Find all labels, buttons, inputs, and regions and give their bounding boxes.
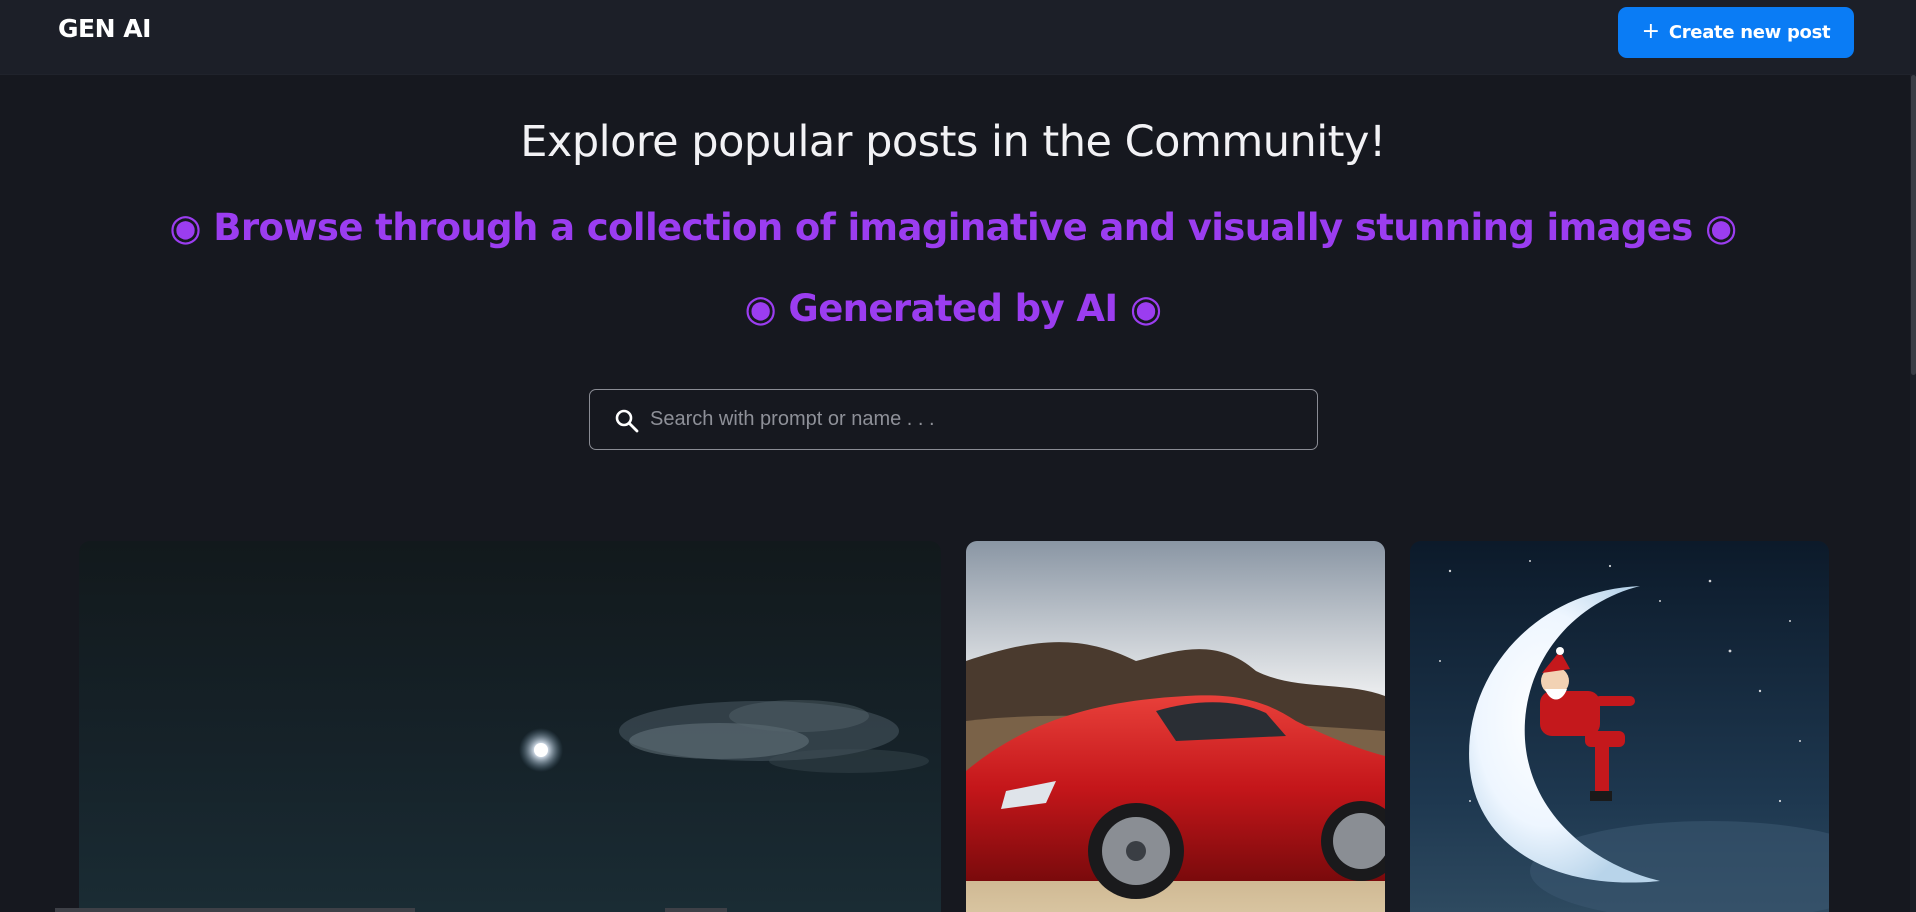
- top-navbar: GEN AI + Create new post: [0, 0, 1916, 75]
- santa-moon-image: [1410, 541, 1829, 912]
- page-subtitle-generated: ◉ Generated by AI ◉: [744, 287, 1162, 330]
- page-scrollbar-thumb[interactable]: [1911, 75, 1916, 375]
- create-new-post-button[interactable]: + Create new post: [1618, 7, 1854, 58]
- plus-icon: +: [1641, 18, 1660, 44]
- create-button-label: Create new post: [1668, 22, 1831, 43]
- bottom-overflow-strip-2: [665, 908, 727, 912]
- night-sky-image: [79, 541, 941, 912]
- red-car-image: [966, 541, 1385, 912]
- gallery-card-santa-moon[interactable]: [1410, 541, 1829, 912]
- page-title: Explore popular posts in the Community!: [520, 117, 1386, 167]
- search-input[interactable]: [650, 390, 1300, 449]
- bottom-overflow-strip: [55, 908, 415, 912]
- gallery-card-red-car[interactable]: [966, 541, 1385, 912]
- search-icon: [614, 408, 640, 434]
- search-bar[interactable]: [589, 389, 1318, 450]
- page-subtitle-browse: ◉ Browse through a collection of imagina…: [169, 206, 1737, 249]
- app-logo[interactable]: GEN AI: [58, 14, 151, 43]
- gallery-card-night-sky[interactable]: [79, 541, 941, 912]
